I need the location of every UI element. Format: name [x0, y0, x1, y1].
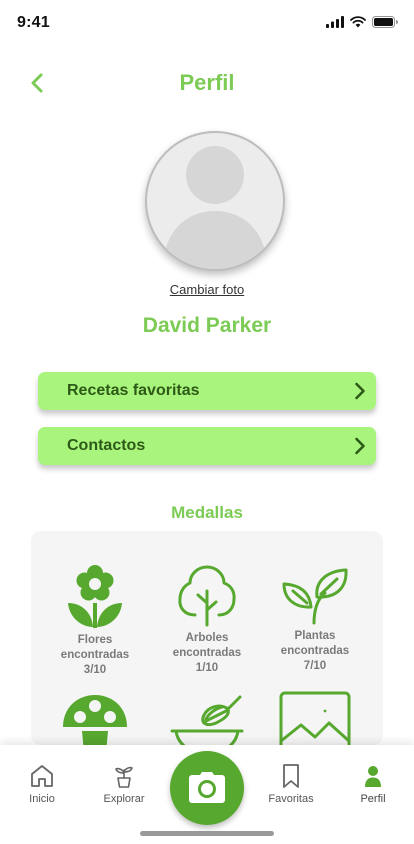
medal-trees-line1: Arboles — [185, 632, 229, 644]
mushroom-icon — [63, 695, 127, 745]
medal-flowers[interactable]: Flores encontradas 3/10 — [40, 563, 150, 678]
signal-icon — [326, 16, 344, 28]
status-icons — [326, 16, 398, 28]
status-time: 9:41 — [17, 14, 50, 31]
medal-plants-line2: encontradas — [280, 645, 350, 657]
nav-label-explorar: Explorar — [103, 793, 145, 805]
flower-icon — [68, 565, 122, 628]
favorite-recipes-button[interactable]: Recetas favoritas — [38, 372, 376, 410]
page-title: Perfil — [179, 70, 235, 95]
medal-flowers-line1: Flores — [77, 634, 113, 646]
user-placeholder-icon — [163, 146, 267, 269]
medals-card: Flores encontradas 3/10 Arboles encontra… — [31, 531, 383, 745]
nav-label-favoritas: Favoritas — [268, 793, 314, 805]
chevron-right-icon — [355, 382, 365, 400]
nav-item-inicio[interactable]: Inicio — [7, 763, 77, 805]
whisk-bowl-icon — [170, 695, 244, 745]
medal-trees[interactable]: Arboles encontradas 1/10 — [152, 565, 262, 676]
favorite-recipes-label: Recetas favoritas — [67, 382, 200, 399]
tree-icon — [178, 565, 236, 627]
user-name: David Parker — [142, 314, 272, 337]
wifi-icon — [350, 16, 366, 28]
medal-mushrooms[interactable] — [40, 693, 150, 745]
contacts-label: Contactos — [67, 437, 146, 454]
camera-button[interactable] — [170, 751, 244, 825]
leaves-icon — [282, 568, 348, 625]
nav-item-perfil[interactable]: Perfil — [338, 763, 408, 805]
avatar[interactable] — [145, 131, 285, 271]
landscape-icon — [279, 691, 351, 745]
nav-item-explorar[interactable]: Explorar — [89, 763, 159, 805]
medal-trees-progress: 1/10 — [195, 662, 219, 674]
nav-label-perfil: Perfil — [360, 793, 386, 805]
medal-recipes[interactable] — [152, 693, 262, 745]
battery-icon — [372, 16, 398, 28]
home-icon — [31, 765, 53, 787]
home-indicator — [140, 831, 274, 836]
person-icon — [365, 766, 381, 787]
medal-plants-line1: Plantas — [294, 630, 336, 642]
contacts-button[interactable]: Contactos — [38, 427, 376, 465]
medal-landscapes[interactable] — [260, 691, 370, 745]
change-photo-link[interactable]: Cambiar foto — [0, 282, 414, 297]
chevron-right-icon — [355, 437, 365, 455]
medal-trees-line2: encontradas — [172, 647, 242, 659]
plant-pot-icon — [115, 766, 133, 788]
medals-title: Medallas — [171, 503, 243, 522]
medal-plants[interactable]: Plantas encontradas 7/10 — [260, 567, 370, 674]
medal-flowers-label: Flores encontradas 3/10 — [40, 633, 150, 678]
medal-flowers-progress: 3/10 — [83, 664, 107, 676]
medal-plants-label: Plantas encontradas 7/10 — [260, 629, 370, 674]
medal-plants-progress: 7/10 — [303, 660, 327, 672]
medal-trees-label: Arboles encontradas 1/10 — [152, 631, 262, 676]
medal-flowers-line2: encontradas — [60, 649, 130, 661]
status-bar: 9:41 — [0, 0, 414, 44]
nav-label-inicio: Inicio — [29, 793, 55, 805]
camera-icon — [189, 772, 225, 803]
bookmark-icon — [283, 764, 299, 788]
nav-item-favoritas[interactable]: Favoritas — [256, 763, 326, 805]
